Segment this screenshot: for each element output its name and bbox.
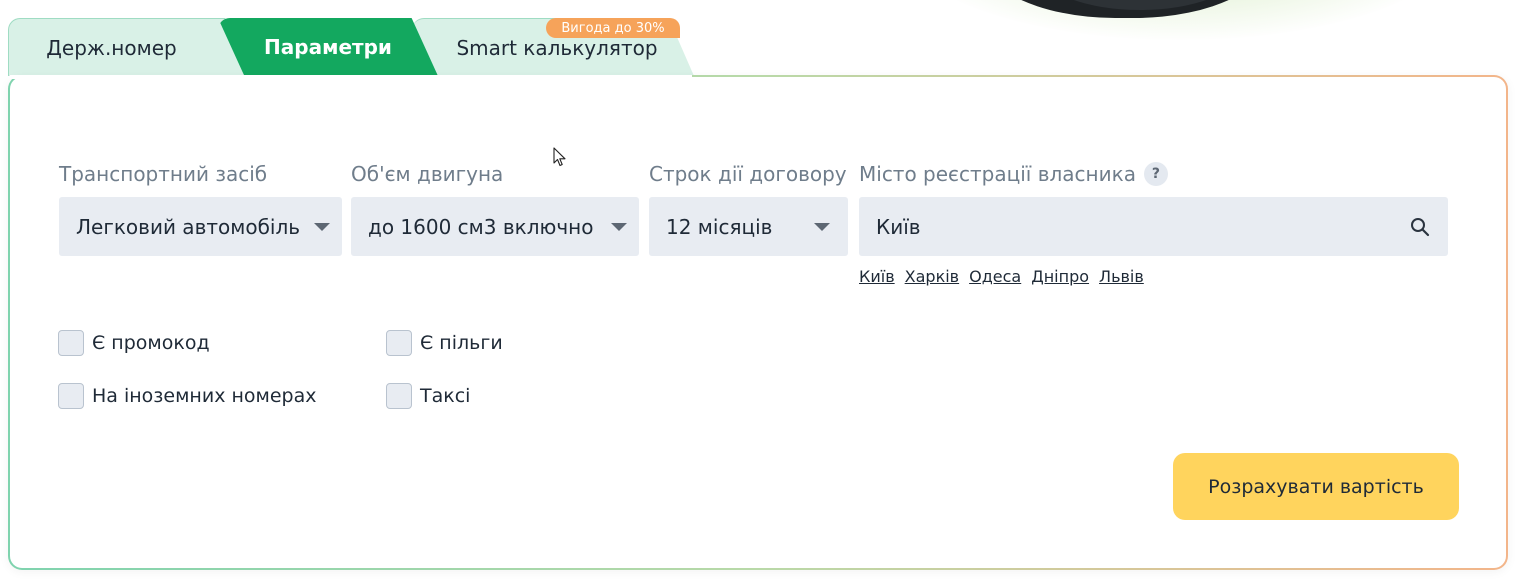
tab-label: Параметри <box>264 35 392 59</box>
help-icon[interactable]: ? <box>1143 161 1168 186</box>
engine-label: Об'єм двигуна <box>351 162 504 186</box>
term-label: Строк дії договору <box>649 162 847 186</box>
taxi-option[interactable]: Таксі <box>386 383 470 409</box>
chevron-down-icon <box>611 223 627 231</box>
term-select-value: 12 місяців <box>666 214 773 239</box>
vehicle-label: Транспортний засіб <box>59 162 268 186</box>
term-select[interactable]: 12 місяців <box>649 197 848 256</box>
tab-parameters[interactable]: Параметри <box>218 18 438 76</box>
benefits-option[interactable]: Є пільги <box>386 330 503 356</box>
promo-code-option[interactable]: Є промокод <box>58 330 210 356</box>
tab-label: Smart калькулятор <box>456 35 658 60</box>
search-icon[interactable] <box>1410 217 1430 237</box>
checkbox-label: Є пільги <box>420 332 503 354</box>
chevron-down-icon <box>814 223 830 231</box>
promo-code-checkbox[interactable] <box>58 330 84 356</box>
checkbox-label: На іноземних номерах <box>92 385 317 407</box>
city-link-odesa[interactable]: Одеса <box>969 267 1021 286</box>
promo-badge: Вигода до 30% <box>546 18 680 38</box>
city-link-lviv[interactable]: Львів <box>1099 267 1144 286</box>
tab-label: Держ.номер <box>46 35 177 60</box>
city-link-kyiv[interactable]: Київ <box>859 267 895 286</box>
chevron-down-icon <box>314 223 330 231</box>
calculator-form: Транспортний засіб Легковий автомобіль О… <box>8 75 1508 570</box>
checkbox-label: Таксі <box>420 385 471 407</box>
mouse-cursor-icon <box>553 147 566 167</box>
benefits-checkbox[interactable] <box>386 330 412 356</box>
foreign-plates-checkbox[interactable] <box>58 383 84 409</box>
city-link-dnipro[interactable]: Дніпро <box>1031 267 1089 286</box>
calculate-button[interactable]: Розрахувати вартість <box>1173 453 1459 520</box>
checkbox-label: Є промокод <box>92 332 210 354</box>
city-label: Місто реєстрації власника? <box>859 161 1168 188</box>
engine-select-value: до 1600 см3 включно <box>368 214 594 239</box>
card-tab-joint <box>10 75 692 79</box>
engine-select[interactable]: до 1600 см3 включно <box>351 197 639 256</box>
tab-plate-number[interactable]: Держ.номер <box>8 18 244 76</box>
city-label-text: Місто реєстрації власника <box>859 162 1136 186</box>
tab-bar: Держ.номер Smart калькулятор Параметри В… <box>8 18 698 76</box>
vehicle-select-value: Легковий автомобіль <box>76 214 301 239</box>
city-link-kharkiv[interactable]: Харків <box>905 267 959 286</box>
city-shortcuts: Київ Харків Одеса Дніпро Львів <box>859 267 1144 286</box>
city-search-input[interactable]: Київ <box>859 197 1448 256</box>
foreign-plates-option[interactable]: На іноземних номерах <box>58 383 317 409</box>
city-input-value: Київ <box>876 214 921 239</box>
vehicle-select[interactable]: Легковий автомобіль <box>59 197 342 256</box>
taxi-checkbox[interactable] <box>386 383 412 409</box>
